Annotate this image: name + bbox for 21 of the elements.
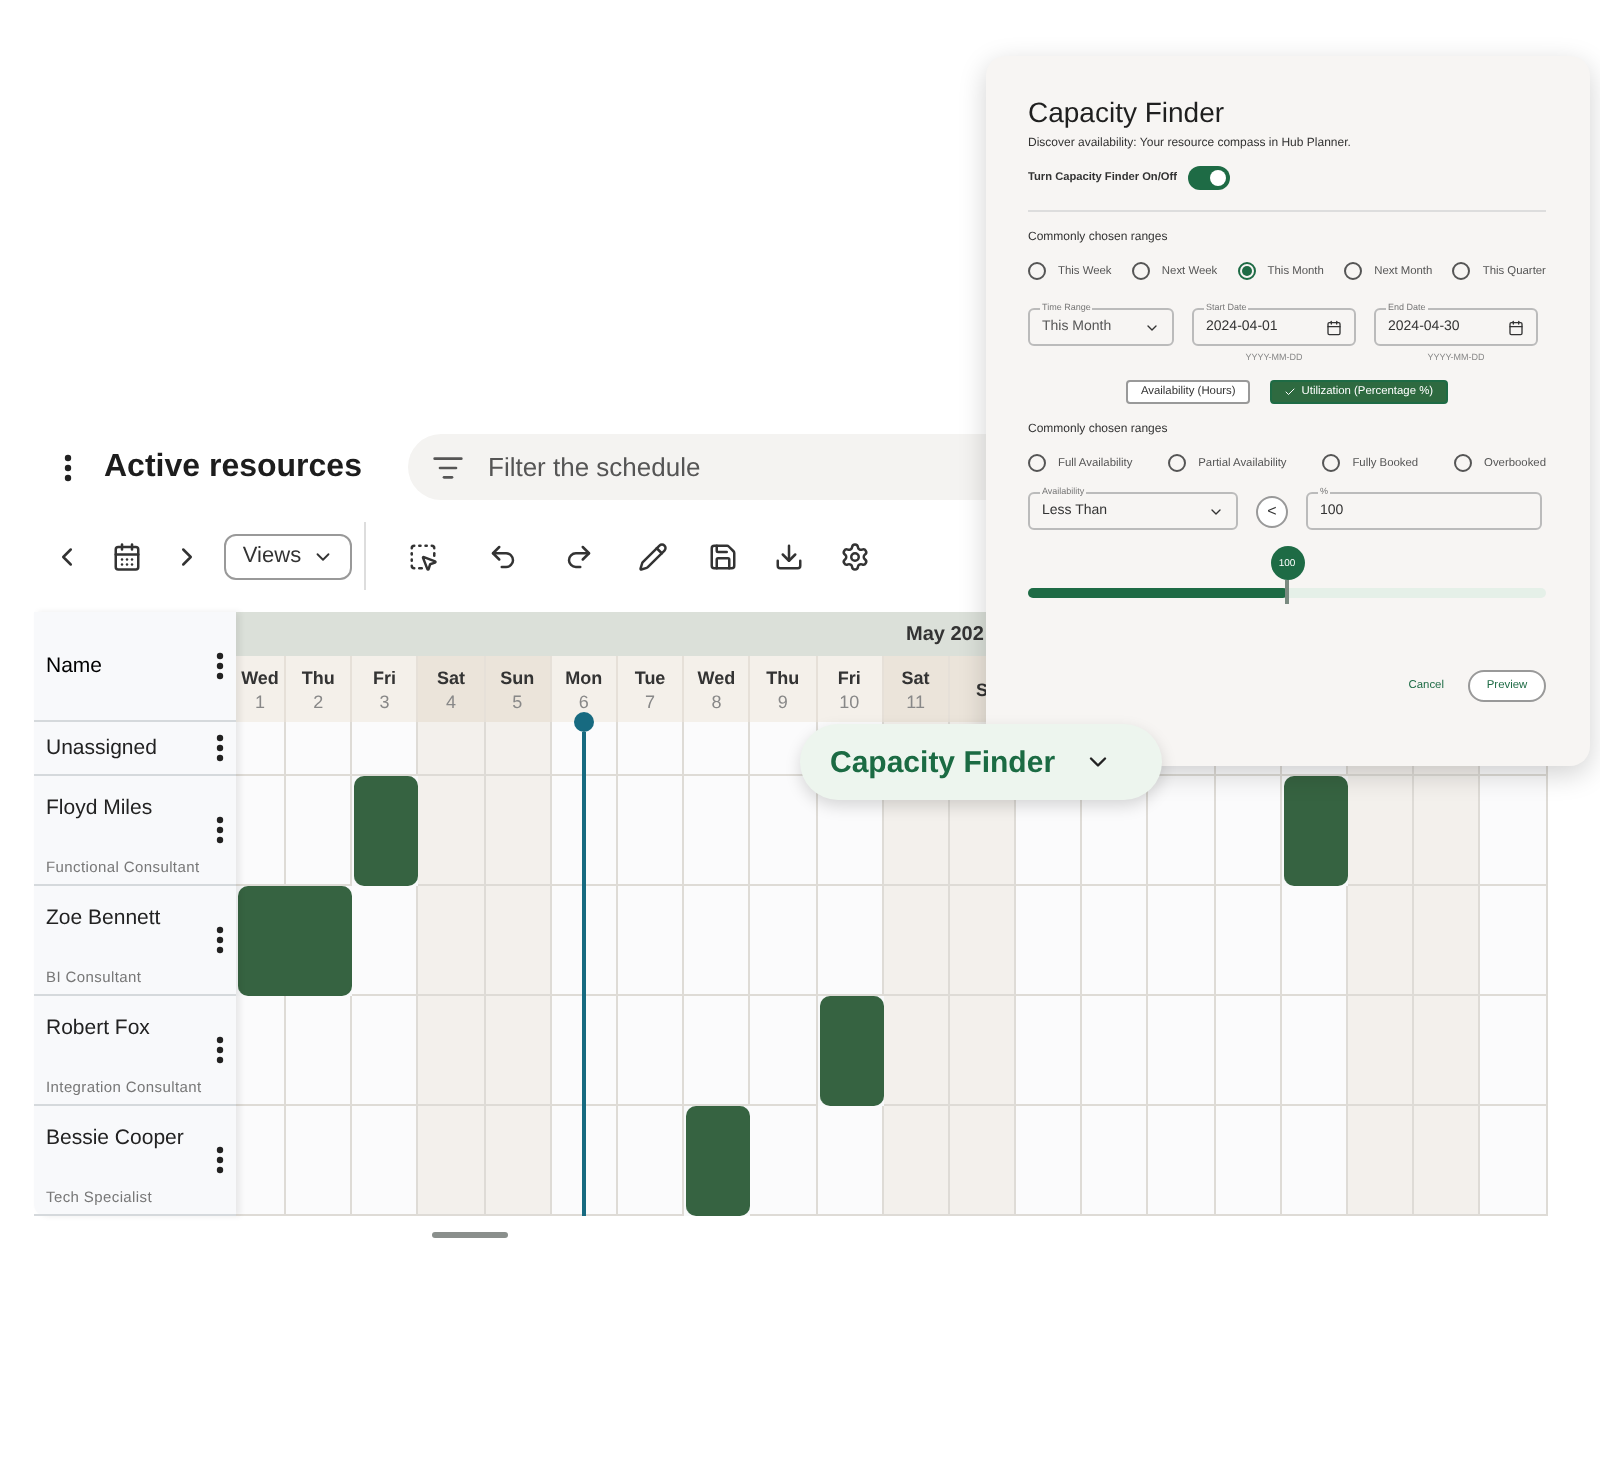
day-header: Sat 4 <box>418 656 486 722</box>
panel-title: Capacity Finder <box>1028 96 1227 128</box>
filter-placeholder: Filter the schedule <box>488 452 701 482</box>
day-header: Sun 5 <box>485 656 552 722</box>
day-header: Fri 10 <box>817 656 884 722</box>
day-header: Mon 6 <box>551 656 618 722</box>
day-header: Sat 11 <box>883 656 950 722</box>
day-header: Wed 8 <box>684 656 751 722</box>
resource-name: Floyd Miles <box>46 796 153 820</box>
name-header: Name <box>46 654 103 678</box>
day-header: Thu 2 <box>286 656 353 722</box>
day-header: Thu 9 <box>750 656 817 722</box>
resource-name: Bessie Cooper <box>46 1126 184 1150</box>
resource-name: Robert Fox <box>46 1016 150 1040</box>
resource-name: Zoe Bennett <box>46 906 161 930</box>
day-header: Fri 3 <box>352 656 419 722</box>
month-label: May 202 <box>906 623 984 645</box>
day-header: Wed 1 <box>236 656 286 722</box>
page-title: Active resources <box>104 449 364 485</box>
resource-name: Unassigned <box>46 736 157 760</box>
day-header: Tue 7 <box>617 656 685 722</box>
